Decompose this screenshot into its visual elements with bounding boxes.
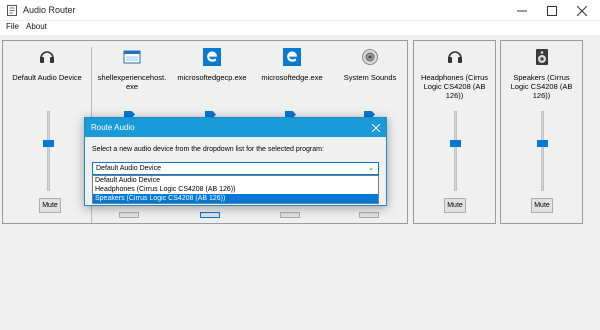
default-device-label: Default Audio Device (12, 73, 82, 82)
headphones-volume-slider[interactable] (454, 111, 457, 191)
default-volume-slider[interactable] (47, 111, 50, 191)
dropdown-option-highlighted[interactable]: Speakers (Cirrus Logic CS4208 (AB 126)) (93, 194, 378, 203)
program-mute-button[interactable] (119, 212, 139, 218)
dropdown-selected-value: Default Audio Device (96, 165, 161, 172)
speakers-panel: Speakers (Cirrus Logic CS4208 (AB 126)) … (500, 40, 583, 224)
title-bar: Audio Router (0, 0, 600, 21)
default-device-column: Default Audio Device Mute (3, 41, 91, 223)
headphones-mute-button[interactable]: Mute (444, 198, 466, 213)
menu-about[interactable]: About (26, 22, 47, 31)
dialog-title: Route Audio (91, 123, 135, 132)
edge-icon (203, 48, 221, 66)
program-label: microsoftedgecp.exe (177, 73, 247, 82)
dropdown-option[interactable]: Default Audio Device (93, 176, 378, 185)
minimize-icon (517, 10, 527, 11)
speakers-volume-thumb[interactable] (537, 140, 548, 147)
window-title: Audio Router (23, 5, 76, 15)
device-dropdown[interactable]: Default Audio Device ⌄ (92, 162, 379, 175)
headphones-icon (447, 51, 462, 63)
headphones-label: Headphones (Cirrus Logic CS4208 (AB 126)… (420, 73, 489, 100)
menu-file[interactable]: File (6, 22, 19, 31)
program-label: microsoftedge.exe (261, 73, 323, 82)
default-mute-button[interactable]: Mute (39, 198, 61, 213)
edge-icon (283, 48, 301, 66)
close-icon (371, 123, 381, 133)
app-icon (7, 5, 17, 16)
headphones-panel: Headphones (Cirrus Logic CS4208 (AB 126)… (413, 40, 496, 224)
default-volume-thumb[interactable] (43, 140, 54, 147)
speakers-label: Speakers (Cirrus Logic CS4208 (AB 126)) (510, 73, 573, 100)
close-icon (577, 5, 587, 16)
dialog-close-button[interactable] (371, 121, 381, 135)
speaker-icon (362, 49, 378, 65)
menu-bar: File About (0, 21, 600, 35)
minimize-button[interactable] (507, 0, 537, 21)
maximize-icon (547, 5, 557, 16)
dropdown-option[interactable]: Headphones (Cirrus Logic CS4208 (AB 126)… (93, 185, 378, 194)
program-mute-button[interactable] (359, 212, 379, 218)
speakers-volume-slider[interactable] (541, 111, 544, 191)
program-mute-button[interactable] (280, 212, 300, 218)
program-label: shellexperiencehost. exe (97, 73, 167, 91)
headphones-icon (40, 51, 54, 63)
program-label: System Sounds (343, 73, 397, 82)
dropdown-list: Default Audio Device Headphones (Cirrus … (92, 175, 379, 204)
maximize-button[interactable] (537, 0, 567, 21)
dialog-title-bar: Route Audio (85, 118, 386, 137)
chevron-down-icon: ⌄ (368, 165, 374, 172)
headphones-volume-thumb[interactable] (450, 140, 461, 147)
window-app-icon (123, 50, 141, 64)
program-mute-button[interactable] (200, 212, 220, 218)
main-area: Default Audio Device Mute shellexperienc… (0, 35, 600, 330)
dialog-message: Select a new audio device from the dropd… (92, 146, 324, 153)
speaker-icon (535, 49, 548, 65)
route-audio-dialog: Route Audio Select a new audio device fr… (84, 117, 387, 206)
close-button[interactable] (567, 0, 597, 21)
speakers-mute-button[interactable]: Mute (531, 198, 553, 213)
